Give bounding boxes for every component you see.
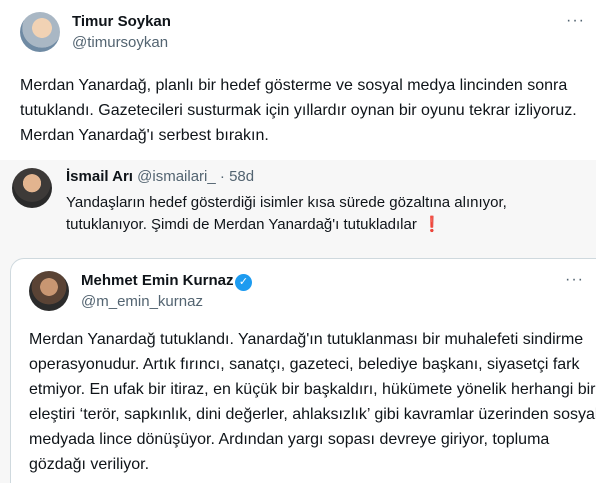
timestamp[interactable]: 58d xyxy=(229,168,254,185)
embedded-tweet-card[interactable]: Mehmet Emin Kurnaz ✓ @m_emin_kurnaz ··· … xyxy=(10,258,596,483)
more-horizontal-icon[interactable]: ··· xyxy=(566,12,585,30)
author-handle[interactable]: @timursoykan xyxy=(72,34,168,51)
quoted-tweet[interactable]: İsmail Arı @ismailari_ · 58d Yandaşların… xyxy=(0,160,596,483)
meta-separator: · xyxy=(215,168,230,185)
author-name[interactable]: İsmail Arı xyxy=(66,168,133,185)
avatar[interactable] xyxy=(12,168,52,208)
author-handle[interactable]: @ismailari_ xyxy=(137,168,216,185)
tweet-text: Merdan Yanardağ, planlı bir hedef göster… xyxy=(20,77,577,144)
exclamation-icon: ❗ xyxy=(422,216,442,233)
more-horizontal-icon[interactable]: ··· xyxy=(565,271,584,289)
author-name[interactable]: Mehmet Emin Kurnaz xyxy=(81,272,234,289)
author-handle[interactable]: @m_emin_kurnaz xyxy=(81,293,203,310)
avatar[interactable] xyxy=(29,271,69,311)
verified-badge-icon: ✓ xyxy=(235,274,252,291)
quote-header: İsmail Arı @ismailari_ · 58d xyxy=(66,168,254,185)
tweet-text: Merdan Yanardağ tutuklandı. Yanardağ'ın … xyxy=(29,331,596,473)
avatar[interactable] xyxy=(20,12,60,52)
tweet-text: Yandaşların hedef gösterdiği isimler kıs… xyxy=(66,192,586,236)
main-tweet: Timur Soykan @timursoykan ··· Merdan Yan… xyxy=(0,0,596,158)
author-name[interactable]: Timur Soykan xyxy=(72,13,171,30)
